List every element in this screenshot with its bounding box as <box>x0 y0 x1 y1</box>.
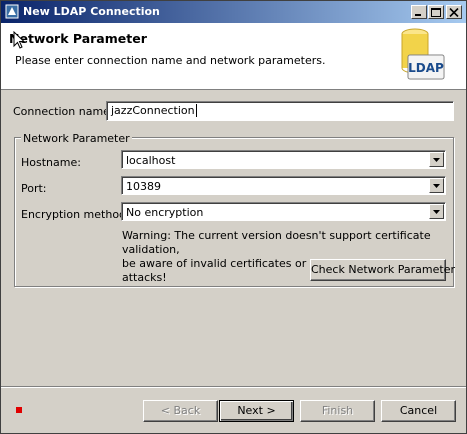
maximize-icon <box>431 8 441 17</box>
footer-separator <box>1 386 466 388</box>
hostname-dropdown-button[interactable] <box>429 152 444 167</box>
network-parameter-group-label: Network Parameter <box>21 132 132 145</box>
warning-line-1: Warning: The current version doesn't sup… <box>122 229 431 256</box>
hostname-combo[interactable]: localhost <box>121 150 446 169</box>
finish-button[interactable]: Finish <box>300 400 375 422</box>
encryption-dropdown-button[interactable] <box>429 204 444 219</box>
port-dropdown-button[interactable] <box>429 178 444 193</box>
text-caret <box>195 104 197 117</box>
port-combo[interactable]: 10389 <box>121 176 446 195</box>
app-icon <box>5 4 19 19</box>
chevron-down-icon <box>433 210 440 214</box>
chevron-down-icon <box>433 184 440 188</box>
connection-name-label: Connection name: <box>13 105 114 118</box>
hostname-label: Hostname: <box>21 156 81 169</box>
window-title: New LDAP Connection <box>23 5 160 18</box>
connection-name-input[interactable]: jazzConnection <box>106 101 454 121</box>
mouse-cursor-icon <box>13 31 25 49</box>
minimize-icon <box>415 14 421 16</box>
wizard-header: Network Parameter Please enter connectio… <box>1 23 466 90</box>
ldap-database-icon: LDAP <box>401 28 445 80</box>
port-value: 10389 <box>126 180 161 193</box>
close-icon <box>449 8 459 17</box>
status-indicator <box>16 407 22 413</box>
connection-name-value: jazzConnection <box>111 104 195 117</box>
cancel-button[interactable]: Cancel <box>381 400 456 422</box>
encryption-method-value: No encryption <box>126 206 204 219</box>
encryption-method-combo[interactable]: No encryption <box>121 202 446 221</box>
check-network-parameter-button[interactable]: Check Network Parameter <box>310 259 455 281</box>
close-button[interactable] <box>446 5 462 19</box>
dialog-window: New LDAP Connection Network Parameter Pl… <box>0 0 467 434</box>
chevron-down-icon <box>433 158 440 162</box>
next-button[interactable]: Next > <box>219 400 294 422</box>
encryption-method-label: Encryption method: <box>21 208 130 221</box>
hostname-value: localhost <box>126 154 176 167</box>
port-label: Port: <box>21 182 47 195</box>
title-bar[interactable]: New LDAP Connection <box>1 1 466 23</box>
back-button[interactable]: < Back <box>143 400 218 422</box>
page-description: Please enter connection name and network… <box>15 54 326 67</box>
maximize-button[interactable] <box>428 5 444 19</box>
page-title: Network Parameter <box>9 31 147 46</box>
minimize-button[interactable] <box>411 5 427 19</box>
ldap-logo-text: LDAP <box>408 61 444 75</box>
